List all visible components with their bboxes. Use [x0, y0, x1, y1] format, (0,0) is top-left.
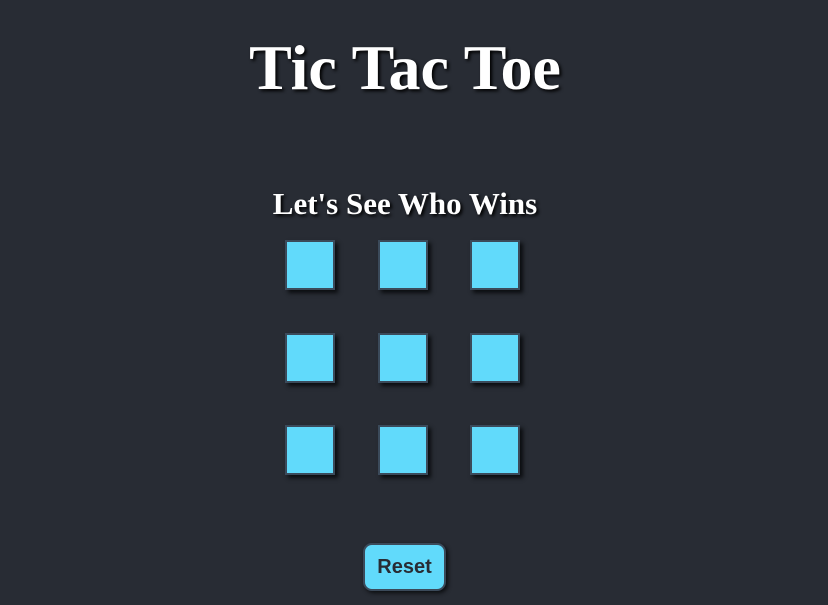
page-title: Tic Tac Toe: [249, 32, 561, 103]
board-cell-3[interactable]: [470, 240, 520, 290]
game-subtitle: Let's See Who Wins: [272, 186, 538, 221]
board-cell-4[interactable]: [285, 333, 335, 383]
board-cell-1[interactable]: [285, 240, 335, 290]
board-cell-8[interactable]: [378, 425, 428, 475]
game-board: [285, 240, 525, 480]
board-cell-5[interactable]: [378, 333, 428, 383]
board-cell-7[interactable]: [285, 425, 335, 475]
reset-button[interactable]: Reset: [363, 543, 446, 591]
board-cell-2[interactable]: [378, 240, 428, 290]
board-cell-9[interactable]: [470, 425, 520, 475]
board-cell-6[interactable]: [470, 333, 520, 383]
tic-tac-toe-page: Tic Tac Toe Let's See Who Wins Reset: [0, 0, 828, 605]
